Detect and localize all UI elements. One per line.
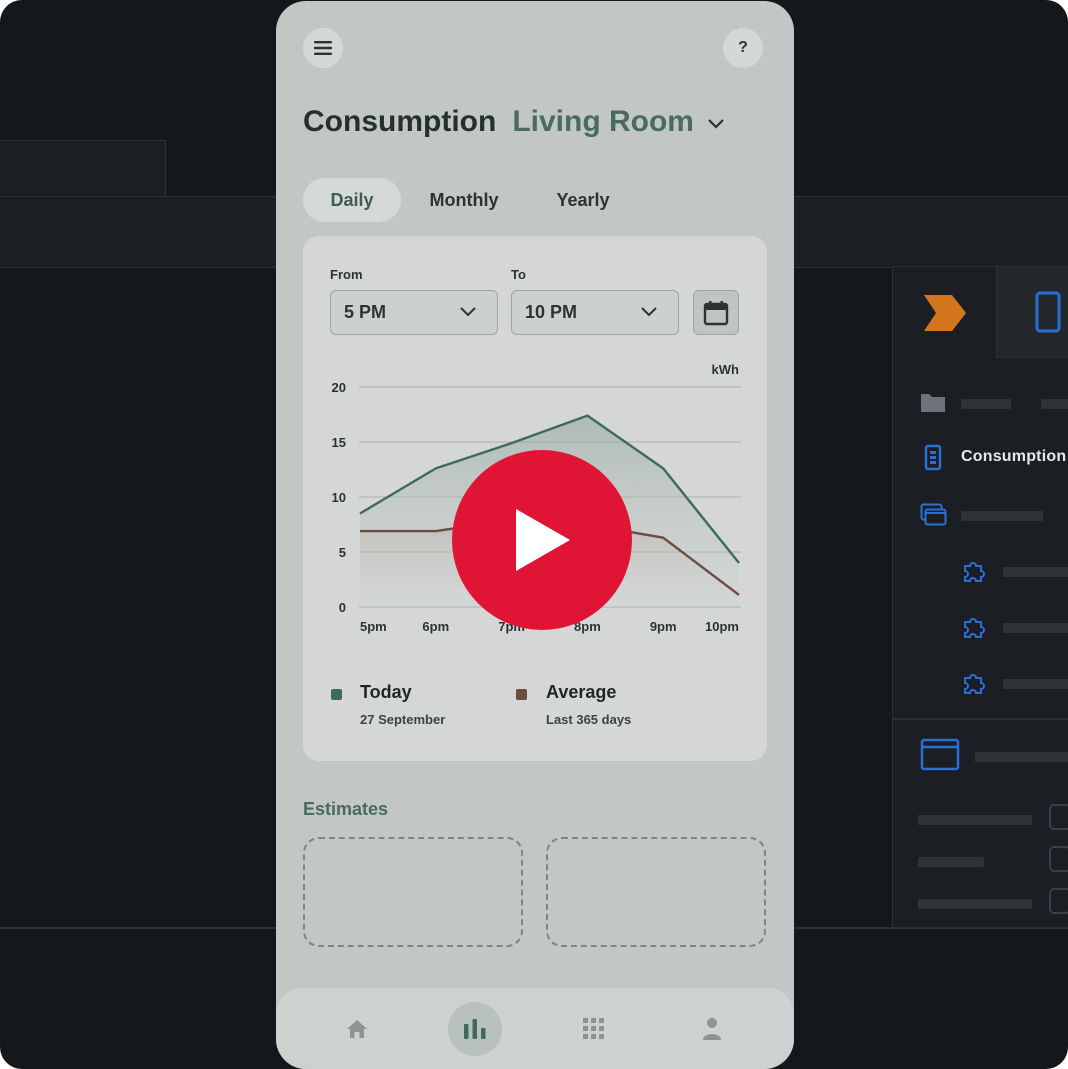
x-tick-label: 10pm (705, 619, 739, 634)
y-tick-label: 5 (339, 545, 346, 560)
brand-chevron-icon (924, 295, 966, 331)
apps-icon (583, 1018, 604, 1039)
sidebar-item-label[interactable]: Consumption (961, 448, 1066, 466)
legend-today-name: Today (360, 682, 412, 702)
home-icon (347, 1020, 367, 1038)
y-axis-unit: kWh (712, 362, 740, 377)
calendar-icon (703, 300, 729, 325)
sidebar-item-placeholder (1003, 623, 1068, 633)
y-tick-label: 10 (332, 490, 346, 505)
property-placeholder (918, 857, 984, 867)
x-tick-label: 6pm (422, 619, 449, 634)
from-value: 5 PM (344, 302, 387, 322)
editor-tab[interactable] (0, 140, 166, 198)
y-tick-label: 0 (339, 600, 346, 615)
play-icon (516, 509, 570, 571)
estimate-card[interactable] (303, 837, 523, 947)
legend-average-detail: Last 365 days (546, 712, 632, 727)
title-row: Consumption Living Room (303, 105, 726, 139)
tab-yearly[interactable]: Yearly (533, 178, 633, 222)
to-select[interactable]: 10 PM (511, 290, 679, 335)
puzzle-icon (964, 674, 985, 694)
server-icon (924, 444, 942, 471)
panel-placeholder (975, 752, 1068, 762)
help-button[interactable]: ? (723, 28, 763, 68)
x-tick-label: 5pm (360, 619, 387, 634)
property-placeholder (918, 899, 1032, 909)
tab-monthly[interactable]: Monthly (413, 178, 515, 222)
x-tick-label: 9pm (650, 619, 677, 634)
window-icon (920, 738, 960, 771)
property-checkbox[interactable] (1049, 888, 1068, 914)
estimate-card[interactable] (546, 837, 766, 947)
windows-icon (920, 503, 947, 526)
sidebar-item-placeholder (1003, 567, 1068, 577)
chevron-down-icon (460, 307, 476, 317)
calendar-button[interactable] (693, 290, 739, 335)
sidebar-item-placeholder (1003, 679, 1068, 689)
nav-stats[interactable] (448, 1002, 502, 1056)
app-window: Consumption ? Consumption Living Room Da… (0, 0, 1068, 1069)
video-play-button[interactable] (452, 450, 632, 630)
stats-icon (464, 1019, 486, 1039)
property-placeholder (918, 815, 1032, 825)
nav-home[interactable] (330, 1002, 384, 1056)
legend-swatch-today (331, 689, 342, 700)
help-icon: ? (738, 39, 748, 56)
property-checkbox[interactable] (1049, 804, 1068, 830)
nav-apps[interactable] (567, 1002, 621, 1056)
chevron-down-icon[interactable] (706, 117, 726, 131)
property-checkbox[interactable] (1049, 846, 1068, 872)
tab-daily[interactable]: Daily (303, 178, 401, 222)
puzzle-icon (964, 618, 985, 638)
room-selector[interactable]: Living Room (512, 105, 694, 139)
device-tab[interactable] (996, 266, 1068, 358)
from-select[interactable]: 5 PM (330, 290, 498, 335)
sidebar-item-placeholder (1041, 399, 1068, 409)
puzzle-icon (964, 562, 985, 582)
sidebar-item-placeholder (961, 399, 1011, 409)
sidebar-item-placeholder (961, 511, 1043, 521)
folder-icon (921, 394, 945, 412)
estimates-title: Estimates (303, 799, 389, 819)
y-tick-label: 15 (332, 435, 346, 450)
divider (892, 718, 1068, 720)
menu-button[interactable] (303, 28, 343, 68)
bottom-nav (276, 988, 794, 1069)
phone-device-icon (1035, 291, 1061, 333)
nav-profile[interactable] (685, 1002, 739, 1056)
chevron-down-icon (641, 307, 657, 317)
to-value: 10 PM (525, 302, 578, 322)
to-label: To (511, 267, 526, 282)
hamburger-icon (314, 41, 332, 55)
profile-icon (703, 1018, 721, 1040)
legend-today-detail: 27 September (360, 712, 446, 727)
y-tick-label: 20 (332, 380, 346, 395)
from-label: From (330, 267, 363, 282)
legend-swatch-average (516, 689, 527, 700)
sidebar-panel (892, 266, 1068, 928)
legend-average-name: Average (546, 682, 617, 702)
page-title: Consumption (303, 105, 497, 138)
